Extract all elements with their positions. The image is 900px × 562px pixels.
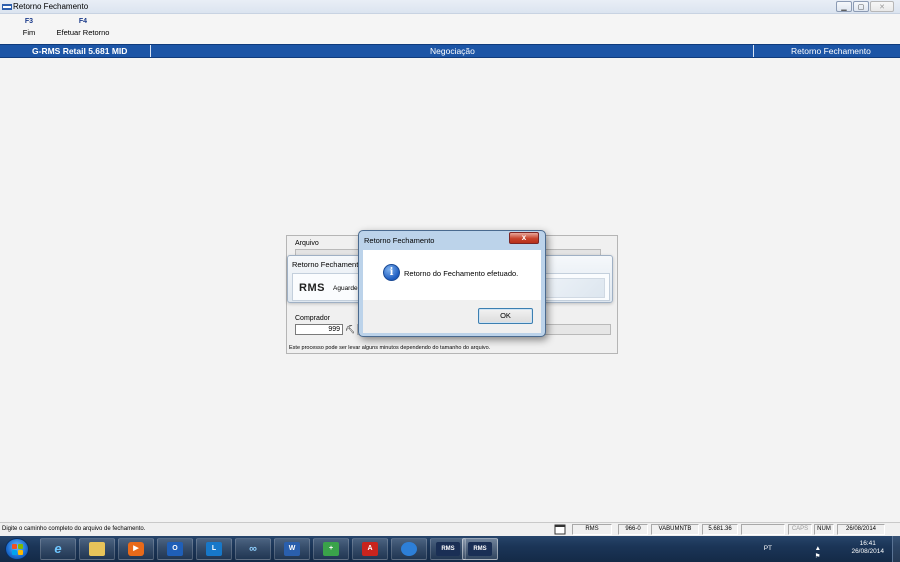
clock[interactable]: 16:41 26/08/2014	[851, 540, 884, 556]
window-controls: ▁ ▢ ✕	[836, 1, 894, 12]
internet-explorer-icon: e	[54, 541, 62, 556]
taskbar: e ▶ O L ∞ W + A RMS RMS PT ▲ ⚑ ▭ ◂) 16:4…	[0, 536, 900, 562]
taskbar-lync[interactable]: L	[196, 538, 232, 560]
taskbar-app-install[interactable]: +	[313, 538, 349, 560]
ok-button[interactable]: OK	[478, 308, 533, 324]
arquivo-label: Arquivo	[295, 240, 319, 247]
process-note: Este processo pode ser levar alguns minu…	[289, 345, 491, 351]
efetuar-retorno-button[interactable]: F4 Efetuar Retorno	[56, 18, 110, 37]
close-window-button[interactable]: ✕	[870, 1, 894, 12]
taskbar-app-infinity[interactable]: ∞	[235, 538, 271, 560]
progress-panel-title: Retorno Fechamento	[292, 260, 363, 269]
clock-time: 16:41	[859, 540, 876, 547]
comprador-label: Comprador	[295, 315, 331, 322]
acrobat-icon: A	[362, 542, 378, 556]
taskbar-app-globe[interactable]	[391, 538, 427, 560]
status-date: 26/08/2014	[837, 524, 885, 535]
minimize-button[interactable]: ▁	[836, 1, 852, 12]
globe-icon	[401, 542, 417, 556]
status-version: 5.681.36	[702, 524, 738, 535]
status-bar: Digite o caminho completo do arquivo de …	[0, 522, 900, 536]
function-key-toolbar: F3 Fim F4 Efetuar Retorno	[0, 14, 900, 44]
taskbar-rms-2[interactable]: RMS	[462, 538, 498, 560]
taskbar-word[interactable]: W	[274, 538, 310, 560]
status-caps: CAPS	[788, 524, 812, 535]
document-icon	[554, 524, 566, 535]
status-user: VABUMNTB	[651, 524, 699, 535]
lync-icon: L	[206, 542, 222, 556]
fim-button[interactable]: F3 Fim	[20, 18, 38, 37]
media-player-icon: ▶	[128, 542, 144, 556]
folder-icon	[89, 542, 105, 556]
windows-logo-icon	[12, 544, 23, 555]
window-title-bar: Retorno Fechamento ▁ ▢ ✕	[0, 0, 900, 14]
status-system: RMS	[572, 524, 612, 535]
clock-date: 26/08/2014	[851, 548, 884, 555]
rms-logo: RMS	[299, 282, 325, 294]
taskbar-internet-explorer[interactable]: e	[40, 538, 76, 560]
taskbar-rms-1[interactable]: RMS	[430, 538, 466, 560]
comprador-input[interactable]: 999	[295, 324, 343, 335]
language-indicator[interactable]: PT	[764, 545, 772, 552]
window-title: Retorno Fechamento	[13, 2, 89, 11]
taskbar-media-player[interactable]: ▶	[118, 538, 154, 560]
taskbar-outlook[interactable]: O	[157, 538, 193, 560]
f4-key-label: F4	[78, 18, 88, 25]
dialog-footer: OK	[363, 300, 541, 333]
status-num: NUM	[814, 524, 834, 535]
status-hint: Digite o caminho completo do arquivo de …	[2, 526, 146, 532]
module-header: G-RMS Retail 5.681 MID Negociação Retorn…	[0, 44, 900, 58]
maximize-button[interactable]: ▢	[853, 1, 869, 12]
info-icon: i	[383, 264, 400, 281]
binoculars-search-icon[interactable]: ⛏	[345, 325, 355, 334]
start-button[interactable]	[5, 538, 29, 560]
f3-key-label: F3	[24, 18, 34, 25]
dialog-message: Retorno do Fechamento efetuado.	[404, 269, 519, 278]
fim-label: Fim	[22, 28, 36, 37]
rms-app-icon	[2, 4, 12, 10]
module-name: Negociação	[430, 46, 475, 56]
install-icon: +	[323, 542, 339, 556]
outlook-icon: O	[167, 542, 183, 556]
tray-icons[interactable]: ▲ ⚑ ▭ ◂)	[815, 545, 826, 562]
show-desktop-button[interactable]	[892, 536, 900, 562]
taskbar-file-explorer[interactable]	[79, 538, 115, 560]
system-version: G-RMS Retail 5.681 MID	[32, 46, 128, 56]
rms-icon: RMS	[436, 542, 460, 556]
status-empty	[741, 524, 785, 535]
dialog-close-button[interactable]: x	[509, 232, 539, 244]
header-divider	[753, 45, 754, 57]
header-divider	[150, 45, 151, 57]
status-branch: 966-0	[618, 524, 648, 535]
success-dialog: Retorno Fechamento x i Retorno do Fecham…	[358, 230, 546, 337]
dialog-title: Retorno Fechamento	[364, 236, 435, 245]
dialog-body: i Retorno do Fechamento efetuado.	[363, 250, 541, 300]
word-icon: W	[284, 542, 300, 556]
infinity-icon: ∞	[249, 543, 257, 555]
efetuar-retorno-label: Efetuar Retorno	[56, 28, 110, 37]
taskbar-acrobat[interactable]: A	[352, 538, 388, 560]
wait-text: Aguarde	[333, 285, 358, 292]
rms-icon: RMS	[468, 542, 492, 556]
screen-name: Retorno Fechamento	[791, 46, 871, 56]
